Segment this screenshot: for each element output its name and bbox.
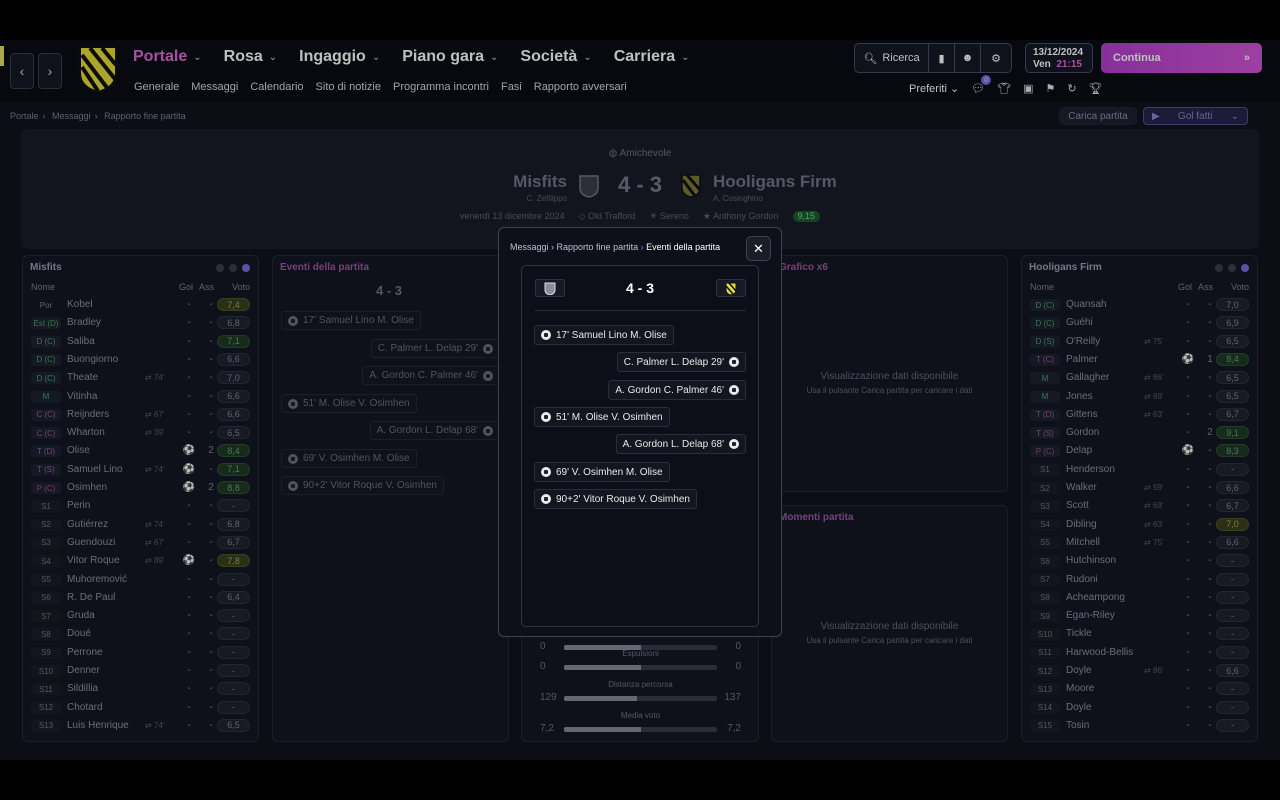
app-window: ‹ › Portale ⌄ Rosa ⌄ Ingaggio ⌄ Piano gara ⌄ Soc… [0, 40, 1280, 760]
modal-event-row[interactable]: 69' V. Osimhen M. Olise [534, 462, 670, 482]
away-crest-badge [716, 279, 746, 297]
modal-event-row[interactable]: 17' Samuel Lino M. Olise [534, 325, 674, 345]
away-crest-icon [725, 281, 737, 295]
event-text: 90+2' Vitor Roque V. Osimhen [556, 493, 690, 505]
event-text: C. Palmer L. Delap 29' [623, 356, 724, 368]
ball-icon [729, 357, 739, 367]
modal-breadcrumb: Messaggi › Rapporto fine partita › Event… [510, 242, 721, 252]
ball-icon [541, 467, 551, 477]
events-card: 4 - 3 17' Samuel Lino M. Olise C. Palmer … [521, 265, 759, 627]
modal-event-row[interactable]: A. Gordon L. Delap 68' [615, 434, 746, 454]
modal-event-row[interactable]: A. Gordon C. Palmer 46' [608, 380, 746, 400]
events-modal: Messaggi › Rapporto fine partita › Event… [498, 227, 782, 637]
modal-crumb-messaggi[interactable]: Messaggi [510, 242, 549, 252]
event-text: 69' V. Osimhen M. Olise [556, 466, 663, 478]
event-text: A. Gordon L. Delap 68' [622, 438, 724, 450]
close-button[interactable]: ✕ [746, 236, 771, 261]
modal-event-row[interactable]: 90+2' Vitor Roque V. Osimhen [534, 489, 697, 509]
modal-crumb-current: Eventi della partita [646, 242, 721, 252]
modal-event-row[interactable]: 51' M. Olise V. Osimhen [534, 407, 670, 427]
ball-icon [729, 385, 739, 395]
divider [535, 310, 746, 311]
ball-icon [541, 330, 551, 340]
ball-icon [541, 494, 551, 504]
event-text: A. Gordon C. Palmer 46' [615, 384, 724, 396]
modal-event-row[interactable]: C. Palmer L. Delap 29' [616, 352, 746, 372]
event-text: 51' M. Olise V. Osimhen [556, 411, 663, 423]
event-text: 17' Samuel Lino M. Olise [556, 329, 667, 341]
modal-crumb-report[interactable]: Rapporto fine partita [557, 242, 639, 252]
close-icon: ✕ [753, 240, 764, 256]
ball-icon [729, 439, 739, 449]
ball-icon [541, 412, 551, 422]
